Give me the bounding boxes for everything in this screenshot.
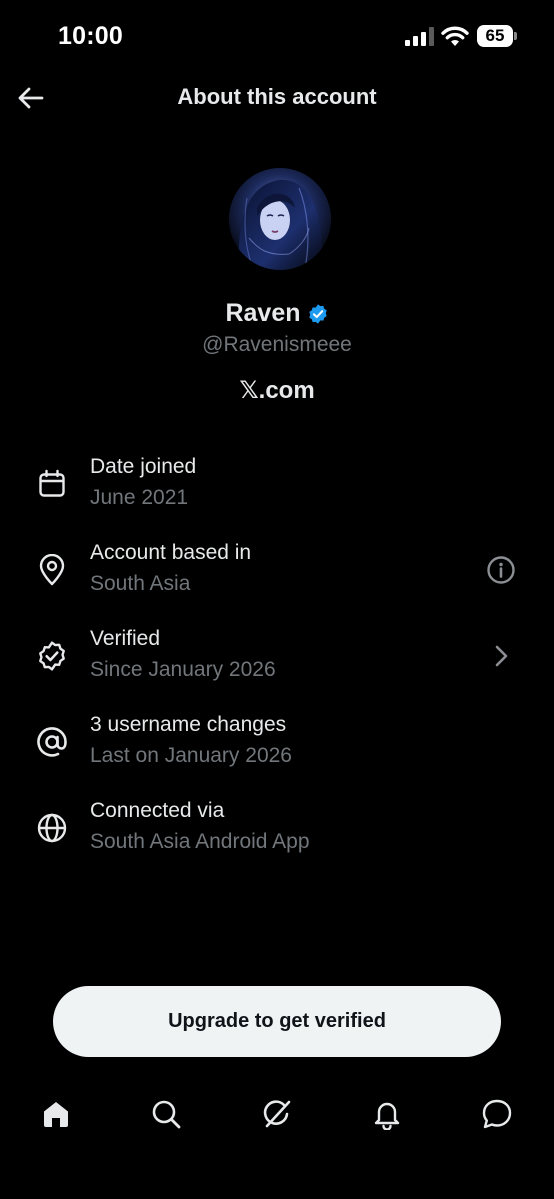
at-sign-icon: [35, 725, 69, 759]
nav-notifications[interactable]: [367, 1094, 407, 1134]
avatar-image: [229, 168, 331, 270]
info-subtitle: Since January 2026: [90, 658, 276, 681]
site-label: 𝕏.com: [239, 377, 315, 404]
info-row-username-changes: 3 username changes Last on January 2026: [0, 713, 554, 783]
home-icon: [44, 1102, 68, 1127]
info-icon[interactable]: [484, 553, 518, 587]
location-pin-icon: [35, 553, 69, 587]
nav-search[interactable]: [146, 1094, 186, 1134]
notifications-icon: [374, 1102, 400, 1130]
info-row-account-based-in: Account based in South Asia: [0, 541, 554, 611]
grok-icon: [263, 1100, 291, 1128]
profile-handle: @Ravenismeee: [202, 333, 352, 356]
name-row: Raven: [0, 299, 554, 328]
verified-badge-icon[interactable]: [307, 303, 329, 325]
info-row-connected-via: Connected via South Asia Android App: [0, 799, 554, 869]
info-title: Account based in: [90, 541, 252, 564]
info-title: Verified: [90, 627, 161, 650]
battery-icon: 65: [477, 25, 517, 47]
verified-seal-icon: [35, 639, 69, 673]
nav-home[interactable]: [36, 1094, 76, 1134]
status-time: 10:00: [58, 22, 123, 50]
bottom-nav: [0, 1080, 554, 1150]
search-icon: [152, 1100, 181, 1129]
avatar[interactable]: [229, 168, 331, 270]
status-bar: 10:00 65: [0, 0, 554, 72]
chevron-right-icon[interactable]: [484, 639, 518, 673]
info-row-date-joined: Date joined June 2021: [0, 455, 554, 525]
display-name: Raven: [225, 299, 301, 327]
nav-messages[interactable]: [477, 1094, 517, 1134]
info-title: 3 username changes: [90, 713, 287, 736]
wifi-icon: [441, 26, 469, 46]
calendar-icon: [35, 467, 69, 501]
page-title: About this account: [177, 84, 377, 109]
nav-grok[interactable]: [257, 1094, 297, 1134]
upgrade-button[interactable]: Upgrade to get verified: [53, 986, 501, 1057]
info-subtitle: Last on January 2026: [90, 744, 292, 767]
info-title: Connected via: [90, 799, 225, 822]
info-subtitle: South Asia Android App: [90, 830, 310, 853]
info-subtitle: June 2021: [90, 486, 189, 509]
messages-icon: [482, 1099, 512, 1129]
battery-level: 65: [485, 26, 505, 45]
info-row-verified[interactable]: Verified Since January 2026: [0, 627, 554, 697]
info-title: Date joined: [90, 455, 197, 478]
cellular-signal-icon: [405, 27, 434, 46]
globe-icon: [35, 811, 69, 845]
info-subtitle: South Asia: [90, 572, 191, 595]
